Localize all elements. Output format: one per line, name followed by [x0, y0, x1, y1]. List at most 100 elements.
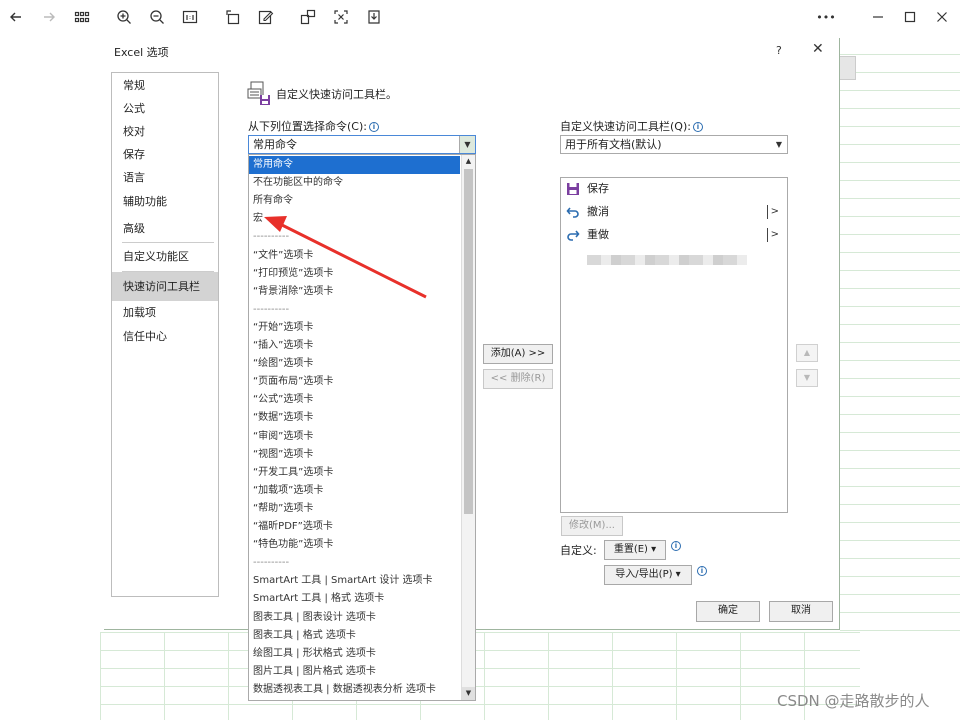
nav-item-add-ins[interactable]: 加载项 — [112, 301, 218, 325]
dropdown-option[interactable]: 图表工具 | 图表设计 选项卡 — [249, 609, 460, 627]
qa-item-undo[interactable]: 撤消 > — [561, 201, 787, 223]
dropdown-option[interactable]: “审阅”选项卡 — [249, 428, 460, 446]
dropdown-option[interactable]: “公式”选项卡 — [249, 391, 460, 409]
dropdown-option[interactable]: “打印预览”选项卡 — [249, 265, 460, 283]
more-icon[interactable]: ••• — [815, 6, 837, 28]
qa-item-save[interactable]: 保存 — [561, 178, 787, 200]
help-button[interactable]: ? — [776, 44, 782, 57]
chevron-right-icon[interactable]: > — [766, 224, 779, 246]
nav-item-proofing[interactable]: 校对 — [112, 120, 218, 144]
chevron-right-icon[interactable]: > — [766, 201, 779, 223]
dropdown-option[interactable]: 常用命令 — [249, 156, 460, 174]
nav-item-formulas[interactable]: 公式 — [112, 97, 218, 121]
qa-item-blurred[interactable] — [561, 247, 787, 269]
dropdown-option[interactable]: 所有命令 — [249, 192, 460, 210]
crop-icon[interactable] — [297, 6, 319, 28]
nav-divider — [122, 242, 214, 243]
dropdown-option[interactable]: 数据透视表工具 | 数据透视表分析 选项卡 — [249, 681, 460, 699]
nav-item-language[interactable]: 语言 — [112, 166, 218, 190]
dropdown-option[interactable]: “开始”选项卡 — [249, 319, 460, 337]
dropdown-option[interactable]: “福昕PDF”选项卡 — [249, 518, 460, 536]
maximize-icon[interactable] — [899, 6, 921, 28]
back-icon[interactable] — [5, 6, 27, 28]
save-icon — [567, 183, 579, 195]
section-title: 自定义快速访问工具栏。 — [276, 88, 397, 101]
dropdown-option[interactable]: “文件”选项卡 — [249, 247, 460, 265]
customize-toolbar-label: 自定义快速访问工具栏(Q): i — [560, 118, 703, 134]
nav-item-customize-ribbon[interactable]: 自定义功能区 — [112, 245, 218, 269]
dropdown-scrollbar[interactable]: ▲ ▼ — [461, 155, 475, 700]
watermark: CSDN @走路散步的人 — [777, 692, 930, 710]
options-nav: 常规 公式 校对 保存 语言 辅助功能 高级 自定义功能区 快速访问工具栏 加载… — [111, 72, 219, 597]
info-icon: i — [671, 541, 681, 551]
import-export-button[interactable]: 导入/导出(P) ▾ — [604, 565, 692, 585]
nav-item-trust-center[interactable]: 信任中心 — [112, 325, 218, 349]
move-down-button[interactable]: ▼ — [796, 369, 818, 387]
dropdown-option[interactable]: 不在功能区中的命令 — [249, 174, 460, 192]
dropdown-separator: ---------- — [253, 557, 290, 569]
add-button[interactable]: 添加(A) >> — [483, 344, 553, 364]
dropdown-option[interactable]: “绘图”选项卡 — [249, 355, 460, 373]
redo-icon — [567, 230, 580, 241]
dropdown-option[interactable]: “开发工具”选项卡 — [249, 464, 460, 482]
dialog-close-button[interactable]: ✕ — [812, 41, 824, 57]
choose-commands-select[interactable]: 常用命令 ▼ — [248, 135, 476, 154]
spreadsheet-grid-bottom — [100, 632, 860, 720]
actual-size-icon[interactable] — [179, 6, 201, 28]
save-icon[interactable] — [363, 6, 385, 28]
nav-item-advanced[interactable]: 高级 — [112, 217, 218, 241]
commands-dropdown-list[interactable]: 常用命令 不在功能区中的命令 所有命令宏 ---------- “文件”选项卡 “打印预览… — [248, 154, 476, 701]
zoom-out-icon[interactable] — [146, 6, 168, 28]
scroll-down-icon[interactable]: ▼ — [462, 687, 475, 700]
info-icon: i — [697, 566, 707, 576]
chevron-down-icon: ▼ — [775, 140, 783, 149]
dropdown-option[interactable]: “视图”选项卡 — [249, 446, 460, 464]
dropdown-option[interactable]: “数据”选项卡 — [249, 409, 460, 427]
dropdown-option[interactable]: 图表工具 | 格式 选项卡 — [249, 627, 460, 645]
dropdown-option[interactable]: 宏 — [249, 210, 460, 228]
dropdown-option[interactable]: SmartArt 工具 | SmartArt 设计 选项卡 — [249, 572, 460, 590]
undo-icon — [566, 207, 579, 218]
grid-view-icon[interactable] — [71, 6, 93, 28]
remove-button[interactable]: << 删除(R) — [483, 369, 553, 389]
dialog-title: Excel 选项 — [114, 46, 169, 59]
dropdown-option[interactable]: 绘图工具 | 形状格式 选项卡 — [249, 645, 460, 663]
dropdown-option[interactable]: “帮助”选项卡 — [249, 500, 460, 518]
fit-screen-icon[interactable] — [330, 6, 352, 28]
scroll-up-icon[interactable]: ▲ — [462, 155, 475, 168]
minimize-icon[interactable] — [867, 6, 889, 28]
dropdown-option[interactable]: “页面布局”选项卡 — [249, 373, 460, 391]
zoom-in-icon[interactable] — [113, 6, 135, 28]
cancel-button[interactable]: 取消 — [769, 601, 833, 622]
blurred-content — [587, 255, 747, 265]
nav-item-accessibility[interactable]: 辅助功能 — [112, 190, 218, 214]
chevron-down-icon: ▼ — [459, 136, 475, 153]
customize-toolbar-select[interactable]: 用于所有文档(默认) ▼ — [560, 135, 788, 154]
excel-options-dialog: Excel 选项 ? ✕ 常规 公式 校对 保存 语言 辅助功能 高级 自定义功… — [104, 38, 840, 701]
nav-item-quick-access-toolbar[interactable]: 快速访问工具栏 — [112, 272, 218, 301]
dropdown-separator: ---------- — [253, 231, 290, 243]
dropdown-option[interactable]: “插入”选项卡 — [249, 337, 460, 355]
spreadsheet-grid-right — [840, 54, 960, 640]
dropdown-separator: ---------- — [253, 303, 290, 315]
dropdown-option[interactable]: SmartArt 工具 | 格式 选项卡 — [249, 590, 460, 608]
info-icon: i — [692, 122, 703, 132]
nav-item-general[interactable]: 常规 — [112, 74, 218, 98]
ok-button[interactable]: 确定 — [696, 601, 760, 622]
nav-item-save[interactable]: 保存 — [112, 143, 218, 167]
reset-button[interactable]: 重置(E) ▾ — [604, 540, 666, 560]
quick-access-commands-list[interactable]: 保存 撤消 > 重做 > — [560, 177, 788, 513]
dropdown-option[interactable]: “背景消除”选项卡 — [249, 283, 460, 301]
edit-icon[interactable] — [255, 6, 277, 28]
dropdown-option[interactable]: 图片工具 | 图片格式 选项卡 — [249, 663, 460, 681]
forward-icon[interactable] — [38, 6, 60, 28]
qa-item-redo[interactable]: 重做 > — [561, 224, 787, 246]
close-icon[interactable] — [931, 6, 953, 28]
rotate-icon[interactable] — [222, 6, 244, 28]
modify-button[interactable]: 修改(M)... — [561, 516, 623, 536]
dropdown-option[interactable]: “加载项”选项卡 — [249, 482, 460, 500]
quick-access-toolbar-icon — [246, 80, 272, 106]
dropdown-option[interactable]: “特色功能”选项卡 — [249, 536, 460, 554]
move-up-button[interactable]: ▲ — [796, 344, 818, 362]
scroll-thumb[interactable] — [464, 169, 473, 514]
